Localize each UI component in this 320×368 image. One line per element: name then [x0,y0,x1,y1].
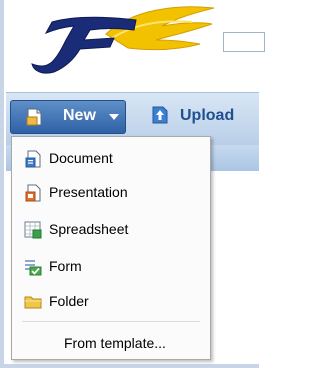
menu-item-label: Form [49,258,82,274]
menu-item-form[interactable]: Form [12,251,210,281]
menu-item-label: Folder [49,293,89,309]
menu-item-presentation[interactable]: Presentation [12,177,210,207]
form-icon [25,260,42,276]
folder-icon [24,296,42,309]
new-menu: Document Presentation Spreadsheet Form F… [11,136,211,360]
menu-item-label: Spreadsheet [49,221,129,237]
menu-item-label: From template... [64,335,166,351]
menu-item-folder[interactable]: Folder [12,286,210,316]
upload-icon [152,106,168,124]
window-frame-bottom [0,364,259,368]
window-frame-left [0,0,4,368]
presentation-icon [25,184,41,202]
chevron-down-icon [109,114,119,120]
menu-item-label: Presentation [49,184,128,200]
upload-button-label: Upload [180,107,235,124]
document-icon [25,150,41,168]
new-button-label: New [63,107,96,124]
menu-item-spreadsheet[interactable]: Spreadsheet [12,214,210,244]
spreadsheet-icon [24,221,42,239]
logo [31,6,215,74]
menu-item-label: Document [49,150,113,166]
menu-divider [22,321,200,322]
menu-item-from-template[interactable]: From template... [12,328,210,358]
new-document-icon [26,108,42,126]
menu-item-document[interactable]: Document [12,143,210,173]
upload-button[interactable]: Upload [146,100,256,134]
search-input[interactable] [223,32,265,52]
new-button[interactable]: New [10,100,126,134]
